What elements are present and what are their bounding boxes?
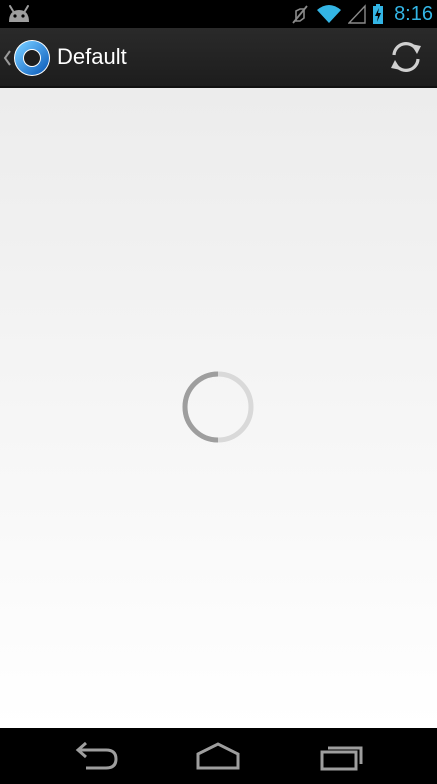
- signal-icon: [348, 3, 366, 25]
- status-clock: 8:16: [394, 3, 433, 25]
- android-icon: [6, 4, 32, 24]
- action-bar: Default: [0, 28, 437, 88]
- status-bar: 8:16: [0, 0, 437, 28]
- content-area: [0, 88, 437, 728]
- muted-icon: [290, 3, 310, 25]
- up-caret-icon[interactable]: [2, 48, 12, 68]
- home-icon: [196, 742, 240, 770]
- back-button[interactable]: [66, 740, 126, 772]
- status-icons: 8:16: [290, 0, 433, 28]
- recent-apps-button[interactable]: [312, 740, 372, 772]
- home-button[interactable]: [188, 740, 248, 772]
- recent-apps-icon: [320, 746, 363, 771]
- loading-spinner-icon: [181, 370, 255, 444]
- back-icon: [75, 741, 118, 770]
- battery-charging-icon: [372, 3, 384, 25]
- page-title: Default: [57, 44, 127, 69]
- android-screen: 8:16 Default: [0, 0, 437, 784]
- refresh-icon: [391, 42, 421, 72]
- navigation-bar: [0, 728, 437, 784]
- wifi-icon: [316, 3, 342, 25]
- refresh-button[interactable]: [387, 38, 425, 76]
- app-logo-icon[interactable]: [13, 39, 51, 77]
